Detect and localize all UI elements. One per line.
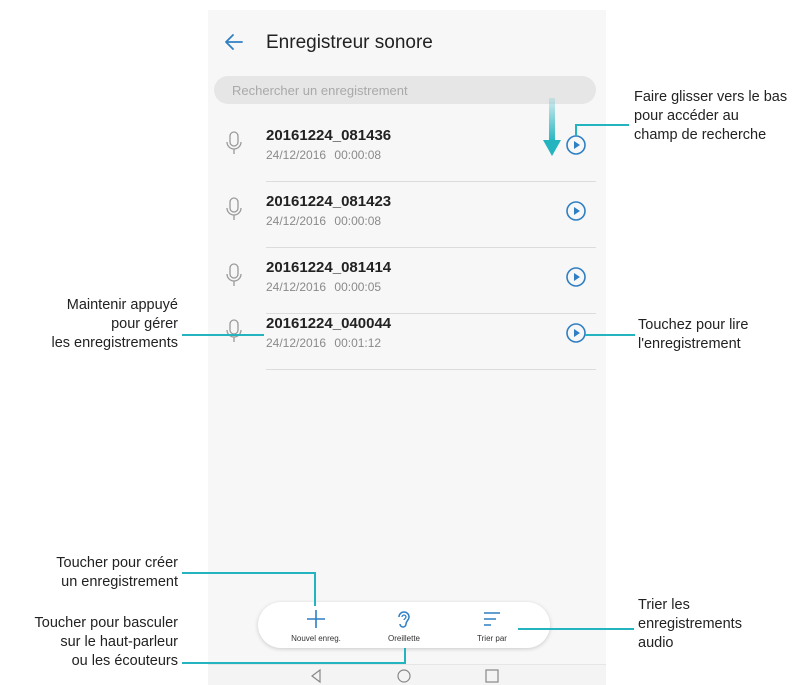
callout-line — [182, 572, 316, 574]
new-recording-button[interactable]: Nouvel enreg. — [276, 602, 356, 648]
callout-play: Touchez pour lire l'enregistrement — [638, 317, 749, 352]
play-icon[interactable] — [565, 266, 587, 288]
new-recording-label: Nouvel enreg. — [291, 634, 341, 643]
recording-meta: 24/12/2016 00:00:05 — [266, 280, 382, 294]
search-input[interactable]: Rechercher un enregistrement — [214, 76, 596, 104]
microphone-icon — [226, 319, 242, 342]
callout-swipe-search: Faire glisser vers le bas pour accéder a… — [634, 89, 788, 143]
sort-icon — [484, 612, 500, 626]
callout-hold-manage: Maintenir appuyé pour gérer les enregist… — [51, 297, 178, 351]
play-icon[interactable] — [565, 322, 587, 344]
page-title: Enregistreur sonore — [266, 32, 433, 53]
ear-icon — [398, 611, 410, 628]
microphone-icon — [226, 131, 242, 154]
recent-apps-square-icon[interactable] — [484, 668, 500, 684]
callout-line — [404, 648, 406, 663]
top-bar: Enregistreur sonore — [208, 24, 606, 64]
search-placeholder: Rechercher un enregistrement — [232, 83, 408, 98]
play-icon[interactable] — [565, 134, 587, 156]
system-nav-bar — [208, 664, 606, 685]
back-triangle-icon[interactable] — [308, 668, 324, 684]
list-item[interactable]: 20161224_040044 24/12/2016 00:01:12 — [208, 304, 606, 370]
callout-line — [182, 334, 264, 336]
callout-sort: Trier les enregistrements audio — [638, 597, 742, 651]
callout-line — [182, 662, 406, 664]
bottom-action-bar: Nouvel enreg. Oreillette Trier par — [258, 602, 550, 648]
swipe-down-arrow-icon — [543, 98, 561, 156]
callout-create: Toucher pour créer un enregistrement — [56, 555, 178, 590]
home-circle-icon[interactable] — [396, 668, 412, 684]
recording-meta: 24/12/2016 00:01:12 — [266, 336, 382, 350]
recording-meta: 24/12/2016 00:00:08 — [266, 214, 382, 228]
recording-name: 20161224_081414 — [266, 259, 392, 276]
callout-line — [575, 124, 629, 126]
microphone-icon — [226, 197, 242, 220]
sort-button[interactable]: Trier par — [452, 602, 532, 648]
earpiece-label: Oreillette — [387, 634, 420, 643]
callout-line — [585, 334, 635, 336]
earpiece-toggle-button[interactable]: Oreillette — [364, 602, 444, 648]
callout-line — [314, 572, 316, 606]
recording-name: 20161224_081423 — [266, 193, 392, 210]
list-item[interactable]: 20161224_081423 24/12/2016 00:00:08 — [208, 182, 606, 248]
back-arrow-icon[interactable] — [222, 30, 246, 54]
callout-toggle-speaker: Toucher pour basculer sur le haut-parleu… — [34, 615, 178, 669]
plus-icon — [307, 610, 325, 628]
recording-meta: 24/12/2016 00:00:08 — [266, 148, 382, 162]
callout-line — [575, 124, 577, 136]
sort-label: Trier par — [477, 634, 507, 643]
play-icon[interactable] — [565, 200, 587, 222]
recording-name: 20161224_040044 — [266, 315, 392, 332]
phone-screen: Enregistreur sonore Rechercher un enregi… — [208, 10, 606, 685]
divider — [266, 369, 596, 370]
callout-line — [518, 628, 634, 630]
microphone-icon — [226, 263, 242, 286]
recording-name: 20161224_081436 — [266, 127, 392, 144]
